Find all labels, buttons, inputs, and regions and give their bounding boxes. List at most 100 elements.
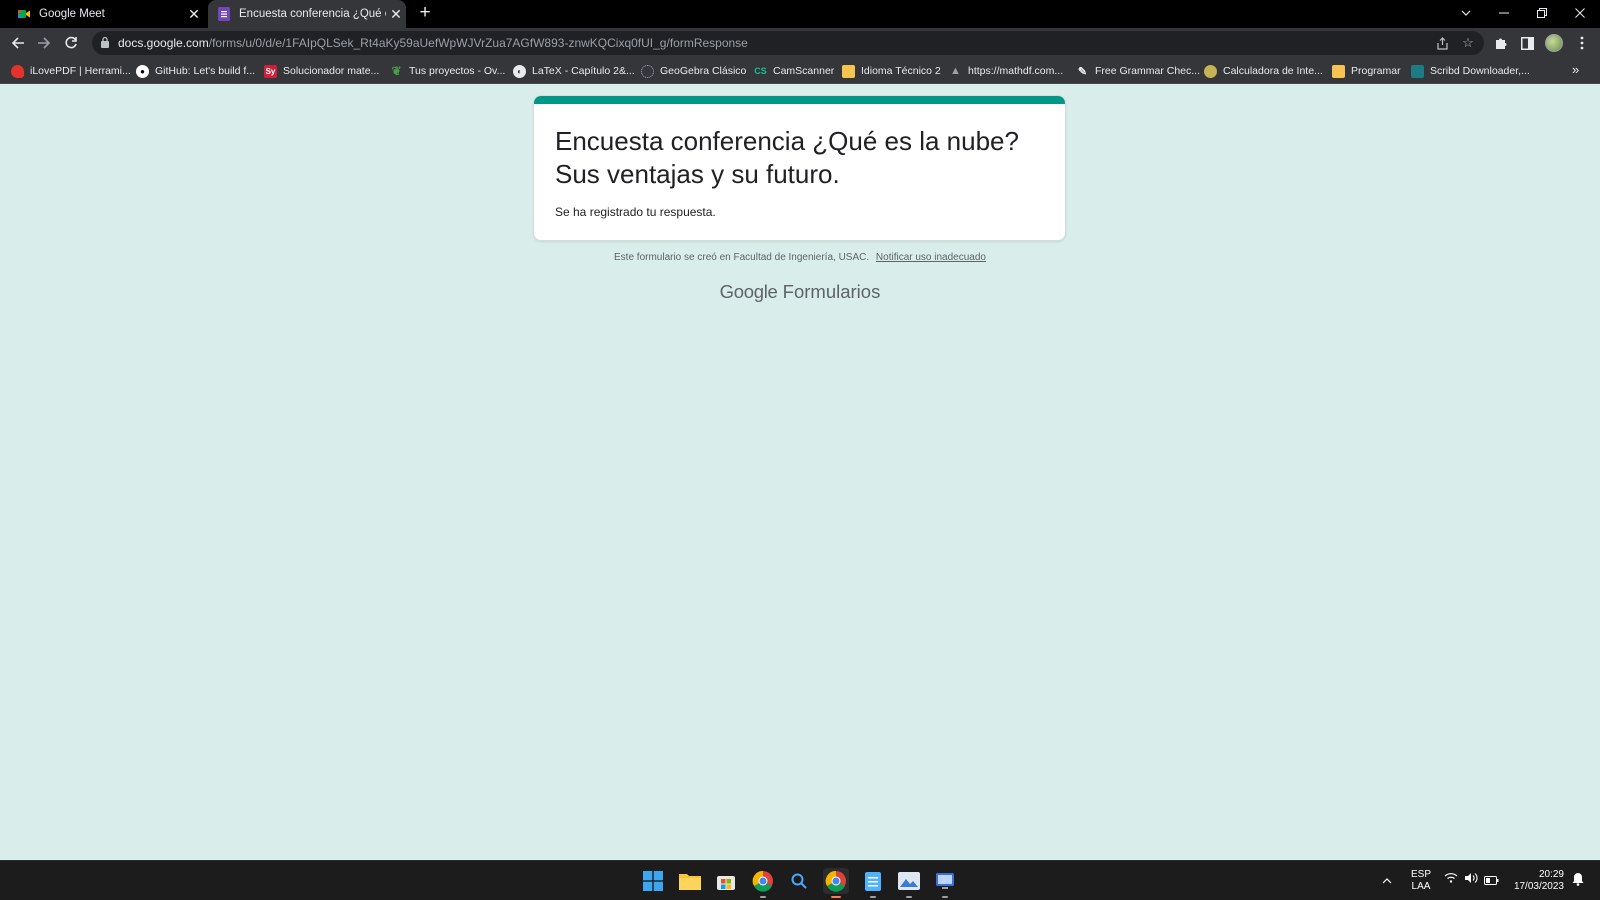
tab-close-icon[interactable]: ✕ [386,6,406,23]
lock-icon[interactable] [100,35,110,53]
tab-encuesta[interactable]: Encuesta conferencia ¿Qué es la nube? ✕ [208,0,406,28]
reload-icon[interactable] [60,32,82,54]
side-panel-icon[interactable] [1516,32,1538,54]
chrome-icon[interactable] [750,868,776,898]
brand-product: Formularios [782,281,881,302]
search-icon[interactable] [786,868,812,894]
minimize-icon[interactable] [1486,0,1522,26]
bookmark-label: GeoGebra Clásico [660,65,747,77]
microsoft-store-icon[interactable] [713,868,739,894]
language-indicator[interactable]: ESP LAA [1406,869,1436,893]
language-code: ESP [1410,869,1431,880]
active-indicator [831,896,841,898]
keyboard-layout: LAA [1411,881,1431,892]
bookmark-label: Scribd Downloader,... [1430,65,1530,77]
github-icon: ● [136,64,149,78]
google-forms-icon [217,7,231,21]
bookmark-label: Idioma Técnico 2 [861,65,941,77]
new-tab-plus-icon[interactable]: + [414,2,436,24]
bookmark-star-icon[interactable]: ☆ [1458,33,1478,53]
running-indicator [942,896,948,898]
running-indicator [870,896,876,898]
running-indicator [760,896,766,898]
bookmark-symbolab[interactable]: Sy Solucionador mate... [264,63,379,79]
google-forms-logo[interactable]: Google Formularios [0,281,1600,303]
bookmark-latex[interactable]: ◐ LaTeX - Capítulo 2&... [513,63,635,79]
clock-date: 17/03/2023 [1513,881,1564,892]
show-hidden-icons-chevron-icon[interactable] [1382,873,1392,887]
bookmark-label: Calculadora de Inte... [1223,65,1323,77]
bookmark-calculadora[interactable]: Calculadora de Inte... [1204,63,1323,79]
browser-tab-strip: Google Meet ✕ Encuesta conferencia ¿Qué … [0,0,1600,28]
bookmark-label: Free Grammar Chec... [1095,65,1201,77]
bookmark-github[interactable]: ● GitHub: Let's build f... [136,63,255,79]
windows-taskbar: ESP LAA 20:29 17/03/2023 [0,860,1600,900]
wifi-icon[interactable] [1444,872,1458,886]
clock-time: 20:29 [1538,869,1564,880]
bookmarks-overflow-chevron-icon[interactable]: » [1572,62,1579,77]
bookmark-label: CamScanner [773,65,835,77]
footer-text: Este formulario se creó en Facultad de I… [614,252,870,263]
bookmark-grammar[interactable]: ✎ Free Grammar Chec... [1076,63,1200,79]
bookmark-label: LaTeX - Capítulo 2&... [532,65,635,77]
remote-desktop-icon[interactable] [932,868,958,898]
tab-search-chevron-icon[interactable] [1448,0,1484,26]
bookmark-label: GitHub: Let's build f... [155,65,256,77]
share-icon[interactable] [1432,33,1452,53]
grammar-icon: ✎ [1077,65,1088,78]
tab-title: Encuesta conferencia ¿Qué es la nube? [239,8,386,20]
folder-icon [842,64,855,78]
bookmark-label: Programar [1351,65,1401,77]
url-text[interactable]: docs.google.com/forms/u/0/d/e/1FAIpQLSek… [118,36,748,50]
folder-icon [1332,64,1345,78]
bookmark-camscanner[interactable]: CS CamScanner [754,63,834,79]
running-indicator [906,896,912,898]
tab-title: Google Meet [39,8,105,20]
notepad-icon[interactable] [860,868,886,898]
extensions-puzzle-icon[interactable] [1490,32,1512,54]
bookmark-overleaf[interactable]: ❦ Tus proyectos - Ov... [390,63,505,79]
form-page: Encuesta conferencia ¿Qué es la nube? Su… [0,84,1600,860]
bookmark-label: Solucionador mate... [283,65,380,77]
close-window-icon[interactable] [1562,0,1598,26]
bookmark-idioma-tecnico[interactable]: Idioma Técnico 2 [842,63,941,79]
bookmark-mathdf[interactable]: ▲ https://mathdf.com... [949,63,1063,79]
symbolab-icon: Sy [264,64,277,78]
back-arrow-icon[interactable] [7,32,29,54]
address-bar[interactable]: docs.google.com/forms/u/0/d/e/1FAIpQLSek… [92,31,1484,55]
profile-avatar[interactable] [1545,34,1563,52]
tab-close-icon[interactable]: ✕ [184,6,204,23]
form-response-card: Encuesta conferencia ¿Qué es la nube? Su… [533,95,1066,241]
brand-google: Google [719,281,778,302]
bookmark-geogebra[interactable]: GeoGebra Clásico [641,63,746,79]
mathdf-icon: ▲ [950,65,961,77]
ilovepdf-icon [11,64,24,78]
bookmark-label: Tus proyectos - Ov... [409,65,506,77]
chrome-active-icon[interactable] [823,868,849,898]
photos-icon[interactable] [896,868,922,898]
volume-icon[interactable] [1464,872,1478,887]
bookmark-programar[interactable]: Programar [1332,63,1401,79]
tab-google-meet[interactable]: Google Meet ✕ [8,0,204,28]
globe-icon: ◐ [513,64,526,78]
overleaf-icon: ❦ [391,64,402,78]
bookmarks-bar: iLovePDF | Herrami... ● GitHub: Let's bu… [0,58,1600,84]
bookmark-ilovepdf[interactable]: iLovePDF | Herrami... [11,63,131,79]
report-abuse-link[interactable]: Notificar uso inadecuado [876,252,986,263]
bookmark-scribd[interactable]: Scribd Downloader,... [1411,63,1530,79]
windows-start-icon[interactable] [640,868,666,894]
forward-arrow-icon[interactable] [33,32,55,54]
response-recorded-message: Se ha registrado tu respuesta. [555,205,716,219]
notification-bell-icon[interactable] [1572,872,1584,889]
google-meet-icon [17,7,31,21]
more-menu-icon[interactable] [1571,32,1593,54]
clock[interactable]: 20:29 17/03/2023 [1510,869,1564,893]
battery-icon[interactable] [1484,874,1499,888]
bookmark-label: https://mathdf.com... [968,65,1064,77]
file-explorer-icon[interactable] [677,868,703,894]
camscanner-icon: CS [754,66,767,76]
bookmark-label: iLovePDF | Herrami... [30,65,131,77]
restore-icon[interactable] [1524,0,1560,26]
form-footer: Este formulario se creó en Facultad de I… [0,252,1600,263]
browser-toolbar: docs.google.com/forms/u/0/d/e/1FAIpQLSek… [0,28,1600,58]
